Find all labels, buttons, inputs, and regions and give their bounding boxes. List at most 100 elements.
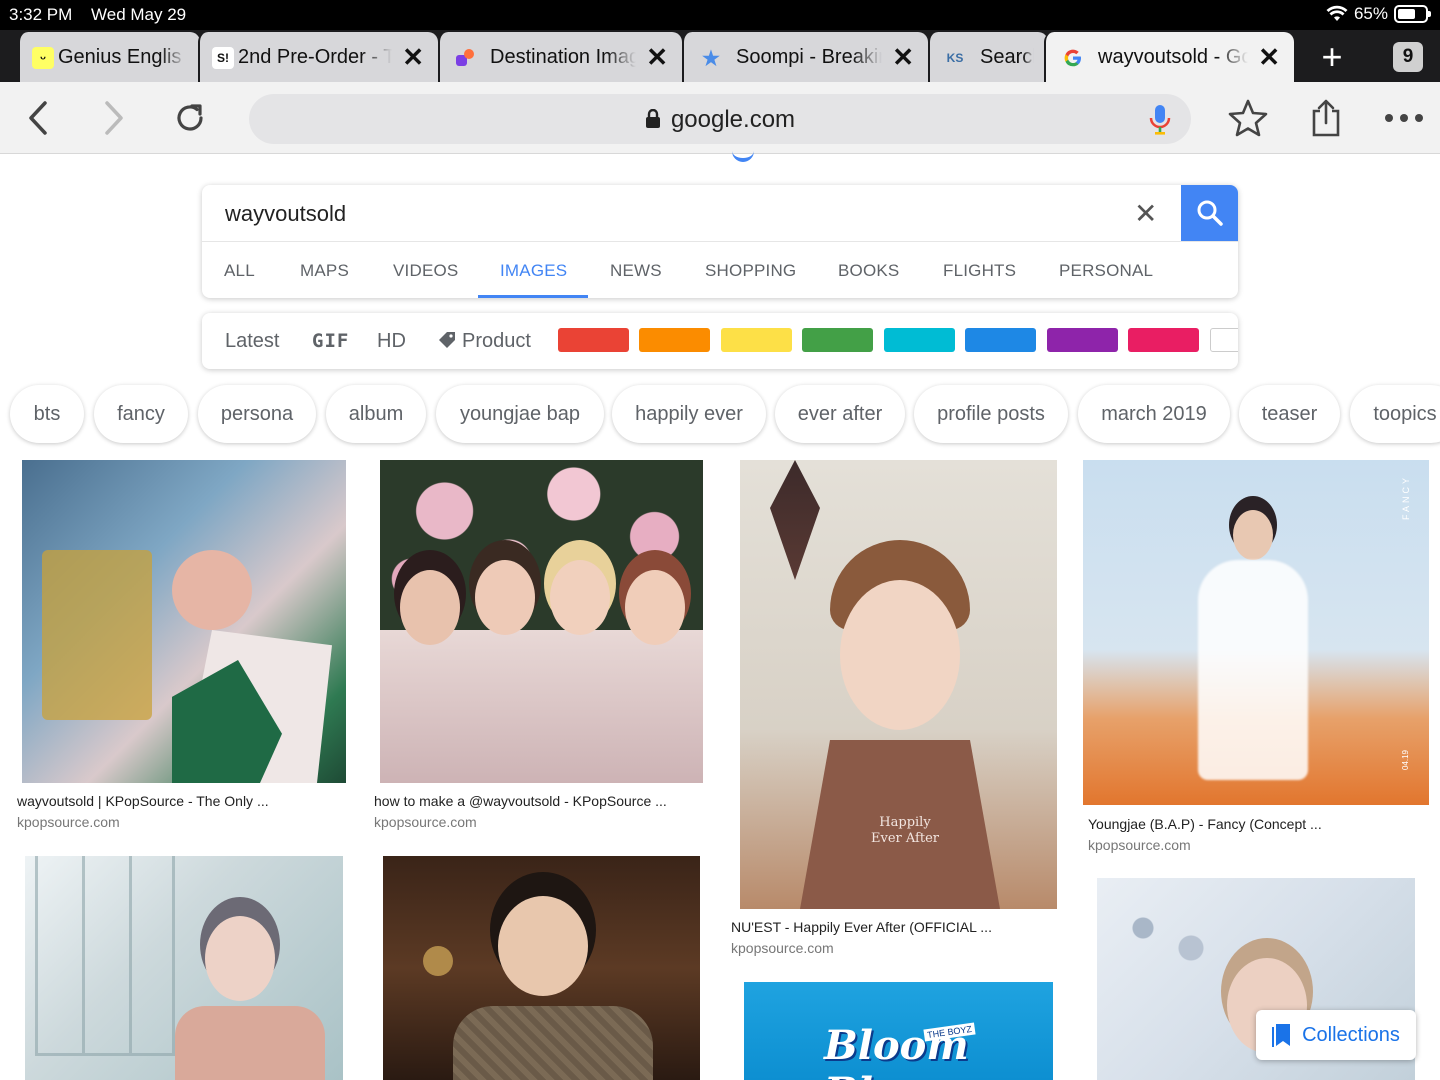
filter-hd[interactable]: HD [377,330,406,353]
filter-latest[interactable]: Latest [225,330,279,353]
result-caption[interactable]: NU'EST - Happily Ever After (OFFICIAL ..… [731,919,992,935]
browser-toolbar: google.com [0,82,1440,154]
image-result[interactable]: Bloom Bloom THE BOYZ [726,982,1071,1080]
tab-maps[interactable]: MAPS [300,261,349,281]
url-text: google.com [670,106,796,133]
clear-search-icon[interactable]: ✕ [1134,197,1157,230]
chip[interactable]: profile posts [914,385,1068,443]
filter-gif[interactable]: GIF [312,330,349,352]
chip[interactable]: ever after [775,385,905,443]
bookmark-star-icon[interactable] [1228,98,1268,138]
reload-icon[interactable] [170,98,210,138]
address-bar[interactable]: google.com [249,94,1191,144]
close-tab-icon[interactable]: ✕ [646,44,668,70]
chip[interactable]: march 2019 [1078,385,1230,443]
new-tab-icon[interactable]: + [1310,39,1354,76]
status-bar: 3:32 PM Wed May 29 65% [0,0,1440,30]
color-swatch-purple[interactable] [1047,328,1118,352]
color-swatch-orange[interactable] [639,328,710,352]
tag-icon [439,332,455,348]
tab-google-active[interactable]: wayvoutsold - Go ✕ [1044,32,1294,82]
image-result[interactable] [368,856,713,1080]
back-icon[interactable] [18,98,58,138]
collections-button[interactable]: Collections [1256,1010,1416,1060]
search-box-card: wayvoutsold ✕ ALL MAPS VIDEOS IMAGES NEW… [202,185,1238,298]
ks-logo-icon: KS [946,51,964,65]
tab-search[interactable]: KS Searcl [928,32,1048,82]
chip[interactable]: album [326,385,426,443]
bookmark-icon [1272,1024,1291,1047]
chip[interactable]: youngjae bap [436,385,604,443]
google-g-icon [1062,47,1084,69]
image-result[interactable]: FANCY 04.19 Youngjae (B.A.P) - Fancy (Co… [1083,460,1429,865]
result-thumbnail[interactable] [383,856,700,1080]
result-thumbnail[interactable] [380,460,703,783]
color-swatch-red[interactable] [558,328,629,352]
tab-images[interactable]: IMAGES [500,261,567,281]
result-thumbnail[interactable]: Bloom Bloom THE BOYZ [744,982,1053,1080]
result-thumbnail[interactable]: Happily Ever After [740,460,1057,909]
result-source: kpopsource.com [1088,837,1191,853]
color-swatch-pink[interactable] [1128,328,1199,352]
result-thumbnail[interactable] [25,856,343,1080]
image-result[interactable]: how to make a @wayvoutsold - KPopSource … [368,460,713,842]
chip[interactable]: persona [198,385,316,443]
chip[interactable]: teaser [1239,385,1340,443]
tab-strip: ᵕ Genius Englis S! 2nd Pre-Order - T ✕ D… [0,30,1440,82]
image-result[interactable]: wayvoutsold | KPopSource - The Only ... … [11,460,356,842]
status-time: 3:32 PM [9,5,73,24]
result-caption[interactable]: wayvoutsold | KPopSource - The Only ... [17,793,269,809]
tab-genius[interactable]: ᵕ Genius Englis [18,32,200,82]
tab-all[interactable]: ALL [224,261,255,281]
chip[interactable]: bts [10,385,84,443]
search-input[interactable]: wayvoutsold [225,201,346,227]
chip[interactable]: happily ever [612,385,766,443]
status-date: Wed May 29 [91,5,187,24]
search-icon [1197,200,1223,226]
color-swatch-yellow[interactable] [721,328,792,352]
collections-label: Collections [1302,1023,1400,1046]
chip[interactable]: fancy [94,385,188,443]
tab-personal[interactable]: PERSONAL [1059,261,1153,281]
search-button[interactable] [1181,185,1238,241]
tab-flights[interactable]: FLIGHTS [943,261,1016,281]
result-thumbnail[interactable]: FANCY 04.19 [1083,460,1429,805]
result-thumbnail[interactable] [22,460,346,783]
color-swatch-teal[interactable] [884,328,955,352]
status-right: 65% [1326,4,1431,24]
filter-product[interactable]: Product [438,330,531,353]
close-tab-icon[interactable]: ✕ [892,44,914,70]
image-result[interactable]: Happily Ever After NU'EST - Happily Ever… [726,460,1071,970]
color-swatch-white[interactable] [1210,328,1238,352]
share-icon[interactable] [1306,98,1346,138]
tab-news[interactable]: NEWS [610,261,662,281]
tab-preorder[interactable]: S! 2nd Pre-Order - T ✕ [198,32,438,82]
related-chips: bts fancy persona album youngjae bap hap… [0,385,1440,445]
tab-soompi[interactable]: ★ Soompi - Breakin ✕ [682,32,928,82]
wifi-icon [1326,5,1348,21]
result-source: kpopsource.com [374,814,477,830]
microphone-icon[interactable] [1149,104,1171,136]
lock-icon [645,109,660,128]
color-swatch-green[interactable] [802,328,873,352]
battery-icon [1394,5,1431,23]
image-tools-bar: Latest GIF HD Product [202,313,1238,369]
close-tab-icon[interactable]: ✕ [1258,44,1280,70]
close-tab-icon[interactable]: ✕ [402,44,424,70]
result-source: kpopsource.com [731,940,834,956]
tab-title: Genius Englis [58,45,182,68]
tab-shopping[interactable]: SHOPPING [705,261,796,281]
more-options-icon[interactable] [1384,98,1424,138]
color-swatch-blue[interactable] [965,328,1036,352]
star-icon: ★ [702,47,720,70]
tab-title: 2nd Pre-Order - T [238,45,393,68]
tab-destination[interactable]: Destination Imag ✕ [438,32,682,82]
tab-books[interactable]: BOOKS [838,261,899,281]
result-caption[interactable]: how to make a @wayvoutsold - KPopSource … [374,793,667,809]
chip[interactable]: toopics [1350,385,1440,443]
tab-count-button[interactable]: 9 [1393,42,1423,72]
tab-videos[interactable]: VIDEOS [393,261,458,281]
result-caption[interactable]: Youngjae (B.A.P) - Fancy (Concept ... [1088,816,1322,832]
image-result[interactable] [11,856,356,1080]
forward-icon[interactable] [94,98,134,138]
